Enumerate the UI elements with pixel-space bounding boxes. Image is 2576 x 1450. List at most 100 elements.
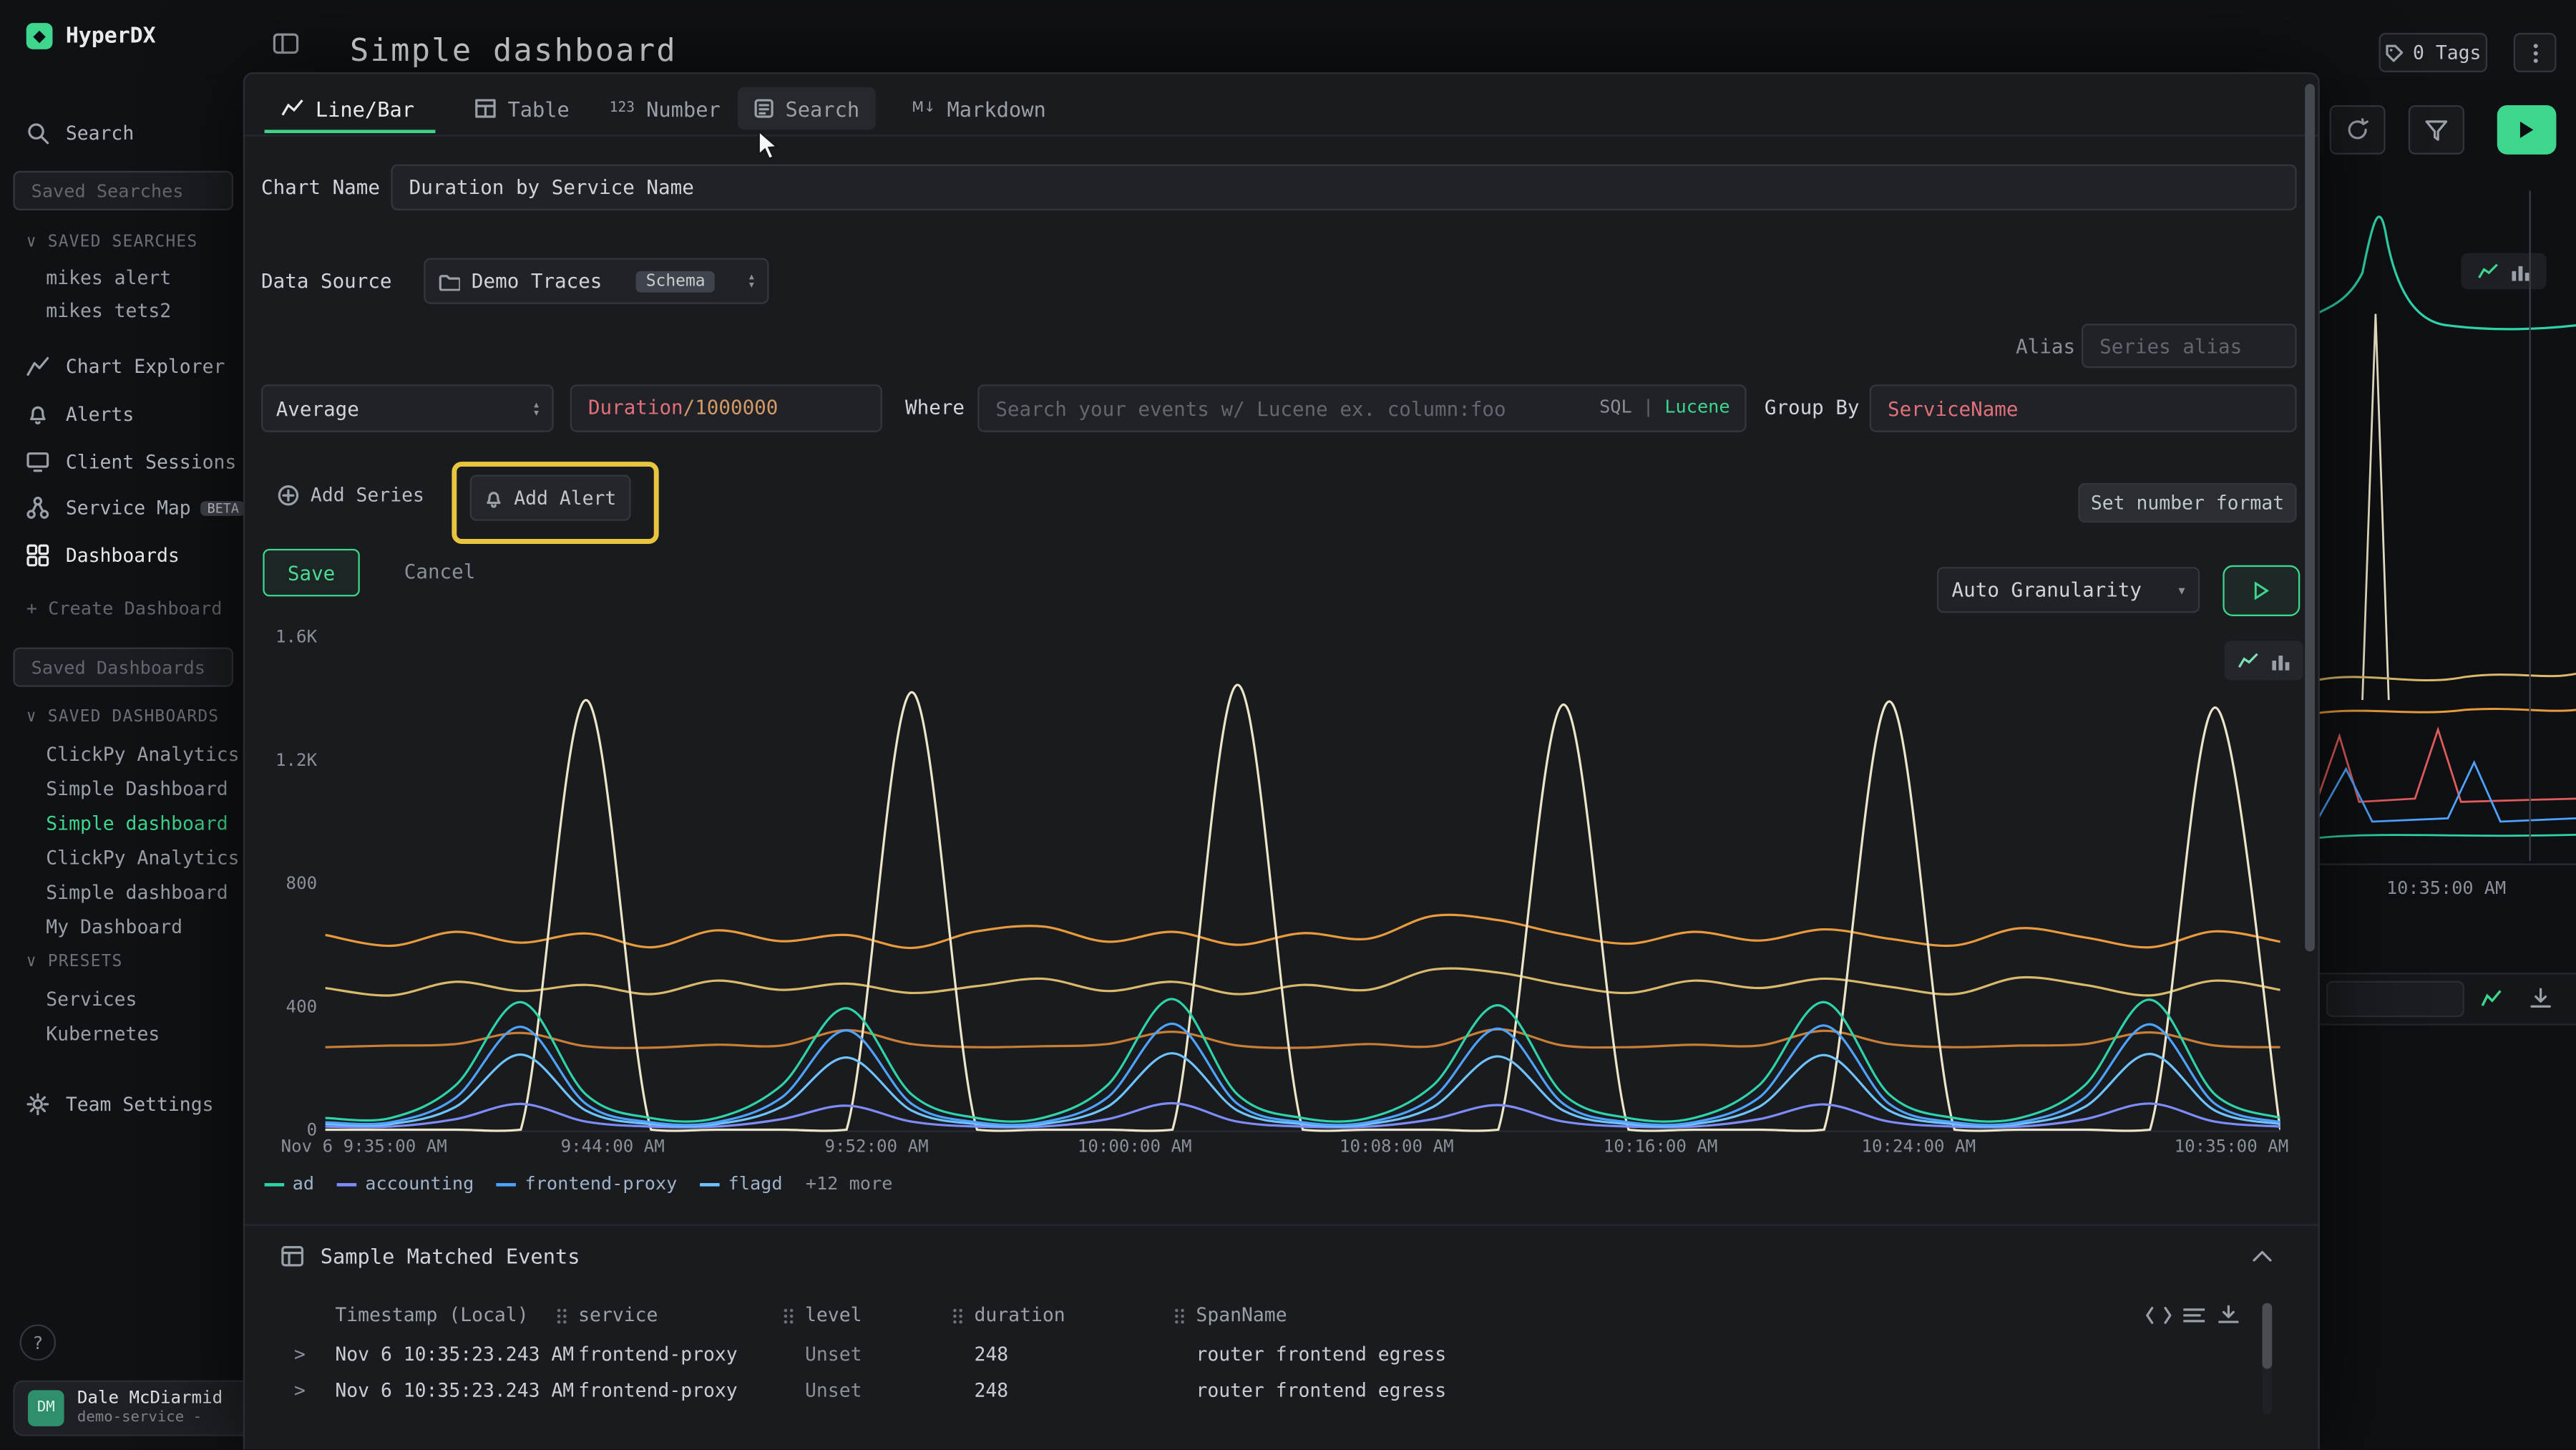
set-number-format-button[interactable]: Set number format xyxy=(2078,483,2296,522)
legend-item[interactable]: accounting xyxy=(337,1173,474,1194)
chart-legend: ad accounting frontend-proxy flagd +12 more xyxy=(265,1173,893,1194)
tab-number[interactable]: 123 Number xyxy=(593,87,737,130)
saved-searches-input[interactable] xyxy=(13,171,233,210)
number-123-icon: 123 xyxy=(610,100,635,117)
row-expand-chevron[interactable]: > xyxy=(294,1378,306,1401)
column-header[interactable]: duration xyxy=(974,1303,1065,1326)
alias-input[interactable] xyxy=(2082,323,2297,368)
lucene-option[interactable]: Lucene xyxy=(1664,396,1729,417)
saved-dashboard-item[interactable]: Simple dashboard xyxy=(46,877,243,907)
tab-line-bar[interactable]: Line/Bar xyxy=(265,87,431,130)
chart-explorer-icon xyxy=(26,355,49,378)
group-by-input[interactable] xyxy=(1870,384,2297,432)
sidebar-item-search[interactable]: Search xyxy=(0,115,246,152)
run-chart-button[interactable] xyxy=(2223,565,2300,616)
legend-label: accounting xyxy=(365,1173,474,1194)
legend-item[interactable]: frontend-proxy xyxy=(497,1173,677,1194)
sidebar-item-team-settings[interactable]: Team Settings xyxy=(0,1086,246,1123)
brand-name: HyperDX xyxy=(66,24,156,48)
brand[interactable]: ◆ HyperDX xyxy=(26,23,156,49)
play-icon xyxy=(2254,582,2269,600)
presets-header[interactable]: ∨ PRESETS xyxy=(26,953,123,971)
column-header[interactable]: level xyxy=(805,1303,862,1326)
aggregation-select[interactable]: Average ▴▾ xyxy=(261,384,554,432)
collapse-chevron-icon[interactable] xyxy=(2253,1250,2273,1262)
tab-markdown[interactable]: M↓ Markdown xyxy=(895,87,1062,130)
code-icon[interactable] xyxy=(2145,1306,2172,1324)
filter-button[interactable] xyxy=(2409,105,2464,155)
sidebar-collapse-button[interactable] xyxy=(273,33,299,54)
legend-more[interactable]: +12 more xyxy=(806,1173,893,1194)
bell-icon xyxy=(26,403,49,426)
tab-table[interactable]: Table xyxy=(459,87,586,130)
chart-series-line xyxy=(326,1054,2280,1127)
add-alert-button[interactable]: Add Alert xyxy=(470,475,631,521)
column-header[interactable]: service xyxy=(578,1303,658,1326)
cancel-button[interactable]: Cancel xyxy=(404,560,476,583)
create-dashboard-button[interactable]: + Create Dashboard xyxy=(26,598,223,620)
chart-mini-icon[interactable] xyxy=(2481,988,2502,1009)
legend-item[interactable]: flagd xyxy=(701,1173,783,1194)
saved-dashboard-item[interactable]: ClickPy Analytics xyxy=(46,843,243,872)
sidebar-item-chart-explorer[interactable]: Chart Explorer xyxy=(0,349,246,385)
table-row[interactable]: >Nov 6 10:35:23.243 AMfrontend-proxyUnse… xyxy=(245,1376,2282,1408)
saved-search-item[interactable]: mikes alert xyxy=(46,263,243,292)
tab-search[interactable]: Search xyxy=(738,87,876,130)
data-source-value: Demo Traces xyxy=(472,270,602,293)
x-tick-label: 9:44:00 AM xyxy=(561,1137,665,1157)
save-button[interactable]: Save xyxy=(263,549,359,597)
drag-handle-icon[interactable] xyxy=(1175,1308,1185,1325)
saved-dashboard-item[interactable]: Simple dashboard xyxy=(46,809,243,838)
sidebar-item-dashboards[interactable]: Dashboards xyxy=(0,537,246,574)
saved-dashboards-header[interactable]: ∨ SAVED DASHBOARDS xyxy=(26,709,220,726)
sidebar-item-service-map[interactable]: Service Map BETA xyxy=(0,490,246,526)
chart-type-toggle[interactable] xyxy=(2225,641,2303,680)
preset-item[interactable]: Services xyxy=(46,984,243,1013)
drag-handle-icon[interactable] xyxy=(953,1308,963,1325)
dashboards-icon xyxy=(26,544,49,567)
drag-handle-icon[interactable] xyxy=(557,1308,567,1325)
sidebar-item-client-sessions[interactable]: Client Sessions xyxy=(0,444,246,480)
download-icon[interactable] xyxy=(2218,1305,2239,1325)
modal-scrollbar[interactable] xyxy=(2305,77,2315,1448)
language-toggle[interactable]: SQL | Lucene xyxy=(1599,396,1730,417)
legend-label: frontend-proxy xyxy=(525,1173,678,1194)
field-expression-input[interactable]: Duration/1000000 xyxy=(570,384,882,432)
legend-label: flagd xyxy=(728,1173,783,1194)
refresh-button[interactable] xyxy=(2330,105,2386,155)
legend-item[interactable]: ad xyxy=(265,1173,314,1194)
saved-search-item[interactable]: mikes tets2 xyxy=(46,296,243,325)
granularity-select[interactable]: Auto Granularity ▾ xyxy=(1937,567,2200,613)
chart-name-input[interactable] xyxy=(391,165,2296,210)
saved-dashboard-item[interactable]: My Dashboard xyxy=(46,912,243,941)
sidebar-item-alerts[interactable]: Alerts xyxy=(0,396,246,432)
download-mini-icon[interactable] xyxy=(2530,988,2552,1009)
chart-series-line xyxy=(326,685,2280,1131)
y-tick-label: 1.2K xyxy=(275,751,317,771)
add-series-button[interactable]: Add Series xyxy=(278,483,424,506)
background-input[interactable] xyxy=(2326,981,2464,1018)
rows-icon[interactable] xyxy=(2183,1308,2205,1323)
column-header[interactable]: Timestamp (Local) xyxy=(335,1303,528,1326)
saved-dashboard-item[interactable]: ClickPy Analytics xyxy=(46,739,243,769)
sql-option[interactable]: SQL xyxy=(1599,396,1632,417)
tags-button[interactable]: 0 Tags xyxy=(2379,33,2487,72)
column-header[interactable]: SpanName xyxy=(1196,1303,1287,1326)
folder-icon xyxy=(439,272,460,290)
preset-item[interactable]: Kubernetes xyxy=(46,1018,243,1048)
drag-handle-icon[interactable] xyxy=(784,1308,794,1325)
more-menu-button[interactable] xyxy=(2514,33,2557,72)
bar-chart-icon[interactable] xyxy=(2272,651,2290,669)
run-query-button[interactable] xyxy=(2497,105,2557,155)
saved-dashboards-input[interactable] xyxy=(13,648,233,687)
saved-dashboard-item[interactable]: Simple Dashboard xyxy=(46,774,243,803)
table-row[interactable]: >Nov 6 10:35:23.243 AMfrontend-proxyUnse… xyxy=(245,1339,2282,1372)
row-expand-chevron[interactable]: > xyxy=(294,1343,306,1366)
line-chart-icon[interactable] xyxy=(2238,651,2259,669)
chart-plot[interactable] xyxy=(326,639,2280,1132)
saved-searches-header[interactable]: ∨ SAVED SEARCHES xyxy=(26,233,198,251)
help-button[interactable]: ? xyxy=(20,1325,57,1361)
data-source-select[interactable]: Demo Traces Schema ▴▾ xyxy=(424,258,769,303)
background-mini-chart xyxy=(2316,157,2576,880)
sample-events-header[interactable]: Sample Matched Events xyxy=(281,1244,580,1268)
